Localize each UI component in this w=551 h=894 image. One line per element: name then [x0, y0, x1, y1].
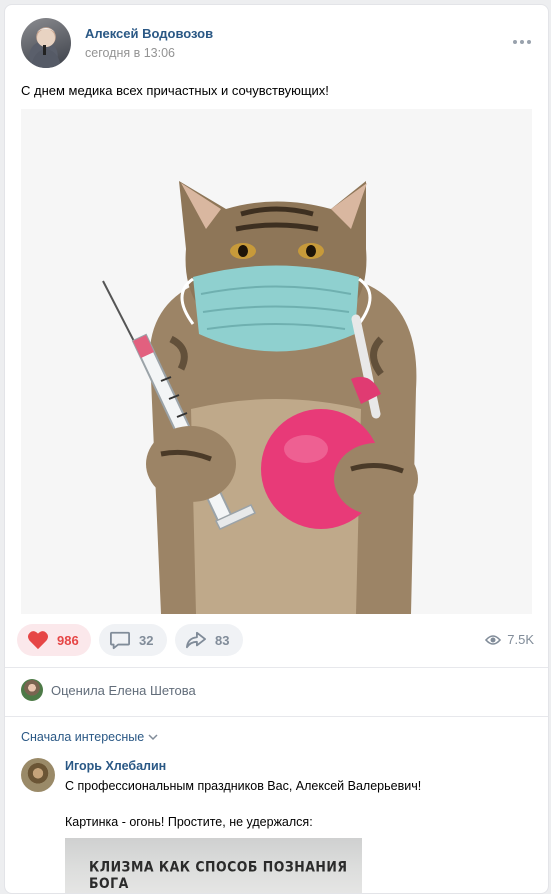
like-button[interactable]: 986 — [17, 624, 91, 656]
author-avatar[interactable] — [21, 18, 71, 68]
eye-icon — [485, 634, 502, 645]
post-time[interactable]: сегодня в 13:06 — [85, 46, 175, 60]
views-count: 7.5K — [507, 632, 534, 647]
comment-author[interactable]: Игорь Хлебалин — [65, 759, 166, 773]
post-actions: 986 32 83 7.5K — [17, 624, 534, 656]
post-header: Алексей Водовозов сегодня в 13:06 — [21, 18, 534, 68]
comment-image-text: КЛИЗМА КАК СПОСОБ ПОЗНАНИЯ БОГА — [89, 858, 348, 892]
heart-icon — [28, 631, 48, 650]
share-icon — [186, 631, 206, 649]
sort-label: Сначала интересные — [21, 730, 145, 744]
author-name[interactable]: Алексей Водовозов — [85, 26, 213, 41]
views-counter: 7.5K — [485, 632, 534, 647]
rater-avatar[interactable] — [21, 679, 43, 701]
rated-row[interactable]: Оценила Елена Шетова — [21, 679, 196, 701]
comment-text-line: Картинка - огонь! Простите, не удержался… — [65, 815, 313, 829]
commenter-avatar[interactable] — [21, 758, 55, 792]
comment-button[interactable]: 32 — [99, 624, 167, 656]
chevron-down-icon — [148, 734, 158, 741]
rated-text[interactable]: Оценила Елена Шетова — [51, 683, 196, 698]
comments-sort-dropdown[interactable]: Сначала интересные — [21, 730, 158, 744]
share-count: 83 — [215, 632, 230, 648]
comment-image[interactable]: КЛИЗМА КАК СПОСОБ ПОЗНАНИЯ БОГА — [65, 838, 362, 893]
post-card: Алексей Водовозов сегодня в 13:06 С днем… — [4, 4, 549, 894]
divider — [5, 667, 548, 668]
comment-text-line: С профессиональным праздников Вас, Алекс… — [65, 779, 422, 793]
comment-icon — [110, 631, 130, 650]
post-image[interactable] — [21, 109, 532, 614]
post-text: С днем медика всех причастных и сочувств… — [21, 83, 329, 98]
more-options-icon[interactable] — [510, 36, 534, 48]
divider — [5, 716, 548, 717]
share-button[interactable]: 83 — [175, 624, 243, 656]
like-count: 986 — [57, 632, 79, 648]
comment-count: 32 — [139, 632, 154, 648]
